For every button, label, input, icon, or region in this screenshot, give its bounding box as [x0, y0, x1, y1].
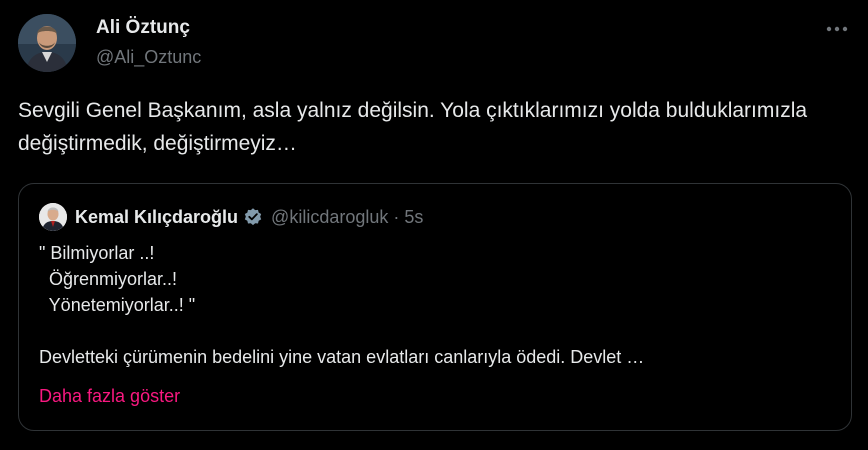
quoted-author-avatar[interactable]: [39, 203, 67, 231]
quoted-text-line: Yönetemiyorlar..! ": [39, 295, 196, 315]
more-horizontal-icon: [826, 19, 848, 37]
quoted-text-line: [39, 318, 839, 344]
author-avatar[interactable]: [18, 14, 76, 72]
quoted-text-line: " Bilmiyorlar ..!: [39, 243, 155, 263]
more-options-button[interactable]: [822, 16, 852, 40]
show-more-link[interactable]: Daha fazla göster: [39, 386, 180, 407]
quoted-tweet-timestamp[interactable]: 5s: [404, 207, 423, 228]
quoted-author-name[interactable]: Kemal Kılıçdaroğlu: [75, 207, 238, 228]
tweet-text: Sevgili Genel Başkanım, asla yalnız deği…: [18, 99, 808, 155]
quoted-tweet-header: Kemal Kılıçdaroğlu @kilicdarogluk · 5s: [39, 203, 423, 231]
quoted-tweet-card[interactable]: Kemal Kılıçdaroğlu @kilicdarogluk · 5s "…: [18, 183, 852, 431]
quoted-author-handle[interactable]: @kilicdarogluk: [271, 207, 388, 228]
quoted-text-line: Öğrenmiyorlar..!: [39, 269, 178, 289]
author-name[interactable]: Ali Öztunç: [96, 17, 190, 39]
author-handle[interactable]: @Ali_Oztunc: [96, 47, 201, 68]
verified-badge-icon: [243, 207, 263, 227]
separator-dot: ·: [393, 206, 400, 227]
quoted-tweet-text: " Bilmiyorlar ..! Öğrenmiyorlar..! Yönet…: [39, 240, 839, 370]
quoted-text-line: Devletteki çürümenin bedelini yine vatan…: [39, 347, 645, 367]
